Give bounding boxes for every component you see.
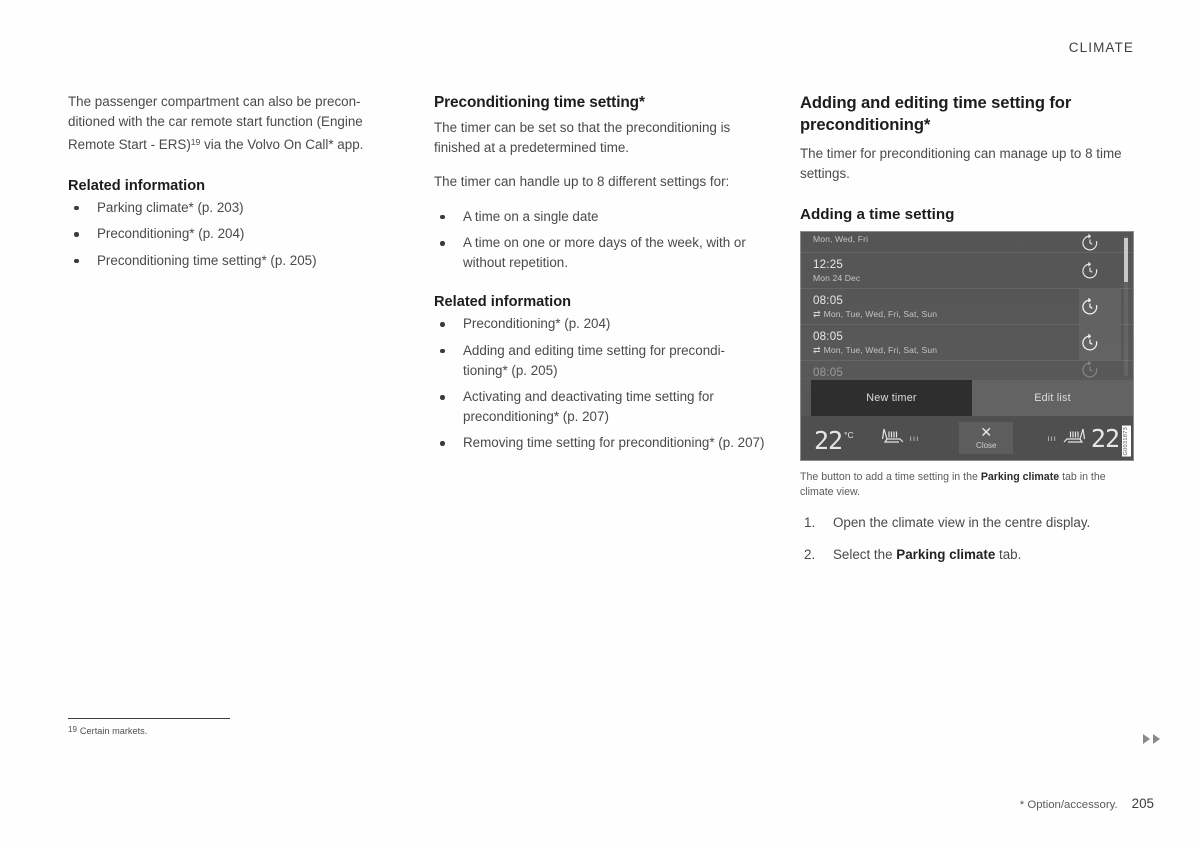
continued-arrows [1143, 734, 1160, 744]
step-text-b: tab. [995, 546, 1022, 562]
list-item[interactable]: Parking climate* (p. 203) [68, 198, 400, 218]
footnote-label: Certain markets. [79, 726, 148, 736]
passenger-temperature-value[interactable]: 22 [1090, 423, 1120, 453]
page-number: 205 [1131, 796, 1154, 811]
list-item: Select the Parking climate tab. [800, 545, 1135, 565]
footnote-text: 19 Certain markets. [68, 724, 368, 737]
footnote-area: 19 Certain markets. [68, 718, 368, 737]
scrollbar-thumb[interactable] [1124, 238, 1128, 283]
close-icon: ✕ [980, 424, 993, 441]
running-header-section-title: CLIMATE [1068, 40, 1134, 55]
related-link-label: Parking climate* (p. 203) [97, 199, 244, 215]
figure-caption: The button to add a time setting in the … [800, 470, 1135, 499]
page-footer: * Option/accessory. 205 [1020, 796, 1154, 811]
list-item[interactable]: Preconditioning time setting* (p. 205) [68, 251, 400, 271]
table-row[interactable]: 08:05 [801, 359, 1133, 381]
list-item[interactable]: Adding and editing time setting for prec… [434, 341, 766, 380]
timer-action-buttons: New timer Edit list [811, 380, 1133, 417]
timer-row-icon-cell[interactable] [1079, 289, 1121, 325]
centre-display-screen: Mon, Wed, Fri 12:25 Mon 24 Dec 08:05 ⇄ M… [801, 232, 1133, 461]
climate-bottom-bar: 22 °C ııı ✕ Close ııı 22 [801, 416, 1133, 461]
timer-icon[interactable] [1079, 232, 1101, 254]
middle-related-information-list: Preconditioning* (p. 204) Adding and edi… [434, 314, 766, 453]
timer-icon[interactable] [1079, 332, 1101, 354]
middle-paragraph-2: The timer can handle up to 8 different s… [434, 174, 730, 190]
driver-temperature-number: 22 [814, 426, 843, 456]
figure-caption-bold: Parking climate [980, 471, 1060, 484]
right-column: Adding and editing time setting for prec… [800, 92, 1135, 576]
list-item[interactable]: Activating and deactivating time setting… [434, 387, 766, 426]
intro-paragraph-text-b: via the Volvo On Call* app. [200, 137, 364, 153]
scrollbar[interactable] [1124, 236, 1128, 377]
footnote-reference-19[interactable]: 19 [191, 137, 201, 147]
list-item: A time on a single date [434, 207, 766, 227]
timer-row-icon-cell[interactable] [1079, 325, 1121, 361]
timer-row-days-label: Mon, Tue, Wed, Fri, Sat, Sun [823, 345, 938, 356]
subheading-adding-a-time-setting: Adding a time setting [800, 206, 955, 224]
manual-page: CLIMATE The passenger compartment can al… [0, 0, 1200, 845]
passenger-temperature-number: 22 [1090, 423, 1120, 453]
table-row[interactable]: 08:05 ⇄ Mon, Tue, Wed, Fri, Sat, Sun [801, 289, 1133, 326]
left-related-information-list: Parking climate* (p. 203) Preconditionin… [68, 198, 400, 271]
related-link-label: Preconditioning* (p. 204) [463, 316, 611, 332]
middle-related-information-heading: Related information [434, 294, 572, 311]
related-link-label: Removing time setting for preconditionin… [463, 435, 765, 451]
list-item: A time on one or more days of the week, … [434, 233, 766, 272]
close-button[interactable]: ✕ Close [959, 422, 1014, 455]
repeat-icon: ⇄ [813, 345, 821, 356]
timer-row-icon-cell[interactable] [1079, 233, 1121, 252]
intro-paragraph: The passenger compartment can also be pr… [68, 92, 400, 156]
driver-temperature-value[interactable]: 22 °C [814, 423, 854, 453]
related-link-label: Preconditioning time setting* (p. 205) [97, 252, 317, 268]
page-title-preconditioning-time-setting: Preconditioning time setting* [434, 94, 645, 111]
driver-seat-heat-level-bars: ııı [909, 433, 920, 443]
middle-settings-bullet-list: A time on a single date A time on one or… [434, 207, 766, 273]
timer-icon[interactable] [1079, 296, 1101, 318]
new-timer-button[interactable]: New timer [811, 380, 972, 417]
step-text-a: Select the [833, 546, 897, 562]
right-paragraph-1: The timer for preconditioning can manage… [800, 146, 1122, 182]
repeat-icon: ⇄ [813, 309, 821, 320]
table-row[interactable]: Mon, Wed, Fri [801, 233, 1133, 254]
middle-column: Preconditioning time setting* The timer … [434, 92, 766, 460]
chevron-right-icon [1153, 734, 1160, 744]
edit-list-button[interactable]: Edit list [972, 380, 1133, 417]
list-item[interactable]: Preconditioning* (p. 204) [68, 224, 400, 244]
close-button-label: Close [976, 441, 997, 451]
driver-seat-heater-icon[interactable] [880, 426, 906, 451]
table-row[interactable]: 12:25 Mon 24 Dec [801, 253, 1133, 290]
footnote-marker: 19 [68, 725, 77, 734]
step-text-a: Open the climate view in the centre disp… [833, 515, 1091, 531]
timer-row-icon-cell[interactable] [1079, 253, 1121, 288]
list-item: Open the climate view in the centre disp… [800, 513, 1135, 533]
figure-climate-view-screenshot: Mon, Wed, Fri 12:25 Mon 24 Dec 08:05 ⇄ M… [800, 231, 1134, 462]
figure-caption-text-a: The button to add a time setting in the [800, 471, 981, 484]
timer-list[interactable]: Mon, Wed, Fri 12:25 Mon 24 Dec 08:05 ⇄ M… [801, 232, 1133, 380]
timer-icon[interactable] [1079, 260, 1101, 282]
list-item[interactable]: Preconditioning* (p. 204) [434, 314, 766, 334]
timer-row-days-label: Mon, Tue, Wed, Fri, Sat, Sun [823, 309, 938, 320]
passenger-seat-heat-level-bars: ııı [1047, 433, 1057, 443]
related-link-label: Adding and editing time setting for prec… [463, 342, 726, 378]
table-row[interactable]: 08:05 ⇄ Mon, Tue, Wed, Fri, Sat, Sun [801, 325, 1133, 362]
passenger-seat-heater-icon[interactable] [1061, 426, 1087, 451]
related-link-label: Activating and deactivating time setting… [463, 389, 714, 424]
chevron-right-icon [1143, 734, 1150, 744]
middle-paragraph-1: The timer can be set so that the precond… [434, 120, 731, 156]
list-item[interactable]: Removing time setting for preconditionin… [434, 433, 766, 453]
related-link-label: Preconditioning* (p. 204) [97, 226, 245, 242]
option-accessory-note: * Option/accessory. [1019, 799, 1118, 811]
bullet-label: A time on one or more days of the week, … [463, 235, 746, 270]
footnote-divider [68, 718, 230, 719]
timer-icon[interactable] [1079, 359, 1101, 381]
figure-image-id: G0031873 [1122, 425, 1131, 457]
left-related-information-heading: Related information [68, 177, 206, 194]
section-heading-adding-editing-time-setting: Adding and editing time setting for prec… [800, 93, 1072, 134]
left-column: The passenger compartment can also be pr… [68, 92, 400, 277]
timer-row-icon-cell[interactable] [1079, 359, 1121, 381]
temperature-unit-label: °C [844, 430, 854, 441]
step-text-bold: Parking climate [896, 546, 996, 562]
bullet-label: A time on a single date [463, 208, 599, 224]
procedure-steps-list: Open the climate view in the centre disp… [800, 513, 1135, 564]
